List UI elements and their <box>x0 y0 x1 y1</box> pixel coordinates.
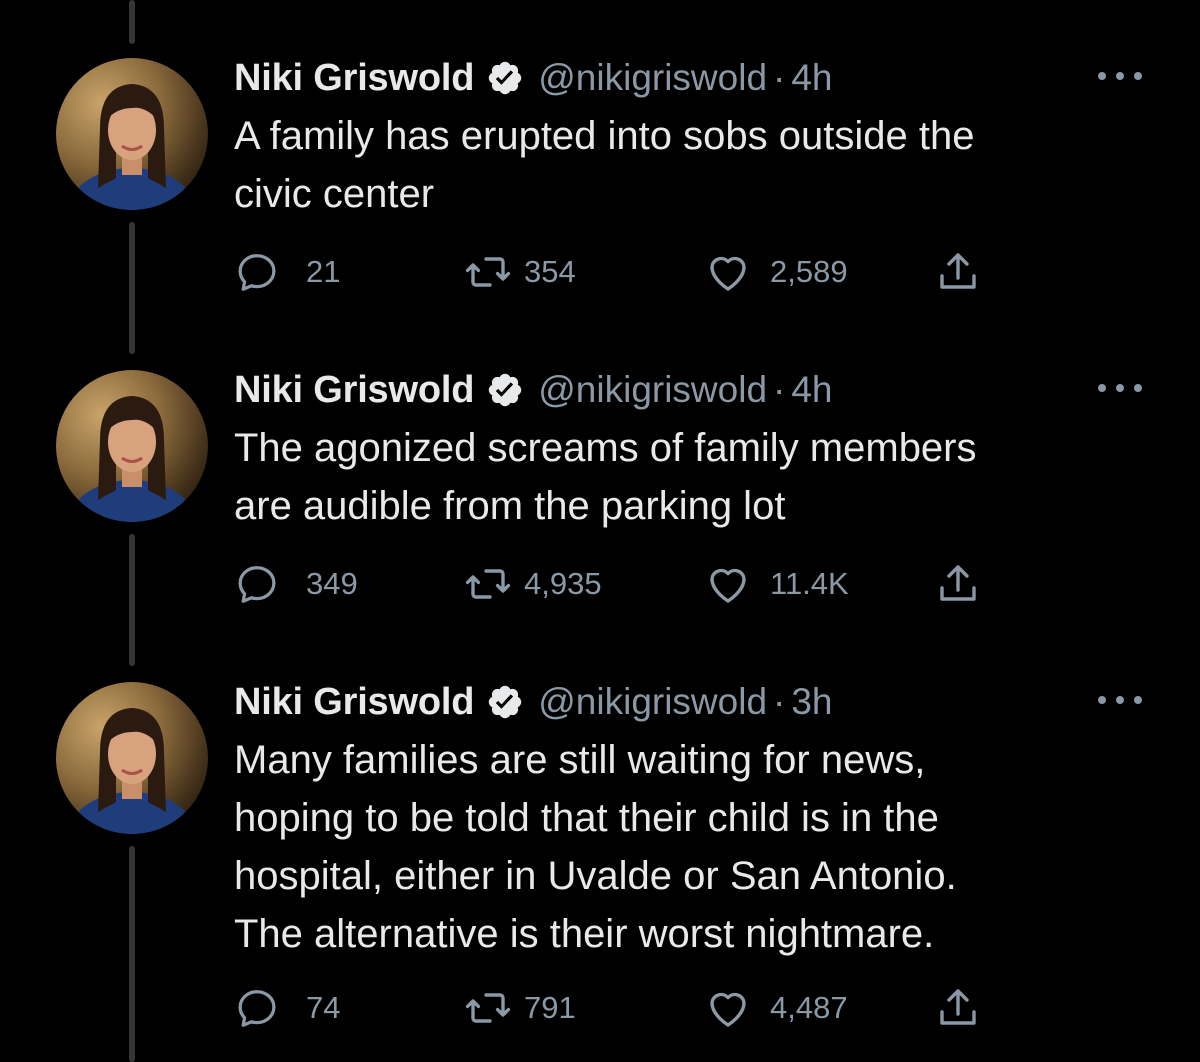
share-button[interactable] <box>934 560 982 608</box>
like-button[interactable]: 11.4K <box>704 560 849 608</box>
reply-icon <box>238 254 276 291</box>
retweet-button[interactable]: 354 <box>464 248 576 296</box>
like-button[interactable]: 4,487 <box>704 984 848 1032</box>
reply-count: 21 <box>306 254 341 289</box>
reply-button[interactable]: 21 <box>234 248 340 296</box>
tweet-actions: 21 354 2,589 <box>234 248 994 296</box>
tweet-header: Niki Griswold @nikigriswold · 3h <box>234 676 833 728</box>
tweet-text: A family has erupted into sobs outside t… <box>234 114 975 216</box>
tweet-text: Many families are still waiting for news… <box>234 738 957 956</box>
like-button[interactable]: 2,589 <box>704 248 848 296</box>
tweet-header: Niki Griswold @nikigriswold · 4h <box>234 364 833 416</box>
reply-button[interactable]: 349 <box>234 560 358 608</box>
author-name[interactable]: Niki Griswold <box>234 369 474 412</box>
tweet-text: The agonized screams of family members a… <box>234 426 977 528</box>
share-button[interactable] <box>934 248 982 296</box>
share-icon <box>940 253 976 289</box>
separator-dot: · <box>773 57 786 98</box>
timestamp[interactable]: 4h <box>791 369 832 411</box>
retweet-button[interactable]: 4,935 <box>464 560 602 608</box>
reply-count: 74 <box>306 990 341 1025</box>
like-count: 2,589 <box>770 254 848 289</box>
share-icon <box>940 989 976 1025</box>
retweet-button[interactable]: 791 <box>464 984 576 1032</box>
author-handle[interactable]: @nikigriswold <box>538 369 767 411</box>
retweet-count: 791 <box>524 990 576 1025</box>
verified-badge-icon <box>486 371 524 409</box>
avatar[interactable] <box>56 370 208 522</box>
share-icon <box>940 565 976 601</box>
tweet[interactable]: Niki Griswold @nikigriswold · 4h The ago… <box>0 312 1200 652</box>
author-name[interactable]: Niki Griswold <box>234 681 474 724</box>
reply-icon <box>238 566 276 603</box>
like-count: 11.4K <box>770 566 849 601</box>
avatar-image <box>70 708 194 834</box>
avatar[interactable] <box>56 58 208 210</box>
retweet-icon <box>465 993 511 1023</box>
separator-dot: · <box>773 369 786 410</box>
heart-icon <box>710 992 746 1027</box>
separator-dot: · <box>773 681 786 722</box>
author-handle[interactable]: @nikigriswold <box>538 57 767 99</box>
retweet-count: 354 <box>524 254 576 289</box>
avatar-image <box>70 84 194 210</box>
tweet[interactable]: Niki Griswold @nikigriswold · 3h Many fa… <box>0 624 1200 1062</box>
retweet-icon <box>465 257 511 287</box>
more-horizontal-icon[interactable] <box>1098 378 1142 398</box>
retweet-icon <box>465 569 511 599</box>
like-count: 4,487 <box>770 990 848 1025</box>
retweet-count: 4,935 <box>524 566 602 601</box>
timestamp[interactable]: 3h <box>791 681 832 723</box>
more-horizontal-icon[interactable] <box>1098 690 1142 710</box>
reply-button[interactable]: 74 <box>234 984 340 1032</box>
more-horizontal-icon[interactable] <box>1098 66 1142 86</box>
avatar-image <box>70 396 194 522</box>
tweet[interactable]: Niki Griswold @nikigriswold · 4h A famil… <box>0 0 1200 340</box>
author-handle[interactable]: @nikigriswold <box>538 681 767 723</box>
verified-badge-icon <box>486 683 524 721</box>
author-name[interactable]: Niki Griswold <box>234 57 474 100</box>
share-button[interactable] <box>934 984 982 1032</box>
tweet-header: Niki Griswold @nikigriswold · 4h <box>234 52 833 104</box>
avatar[interactable] <box>56 682 208 834</box>
heart-icon <box>710 256 746 291</box>
timestamp[interactable]: 4h <box>791 57 832 99</box>
reply-icon <box>238 990 276 1027</box>
reply-count: 349 <box>306 566 358 601</box>
tweet-actions: 349 4,935 11.4K <box>234 560 994 608</box>
heart-icon <box>710 568 746 603</box>
tweet-actions: 74 791 4,487 <box>234 984 994 1032</box>
verified-badge-icon <box>486 59 524 97</box>
